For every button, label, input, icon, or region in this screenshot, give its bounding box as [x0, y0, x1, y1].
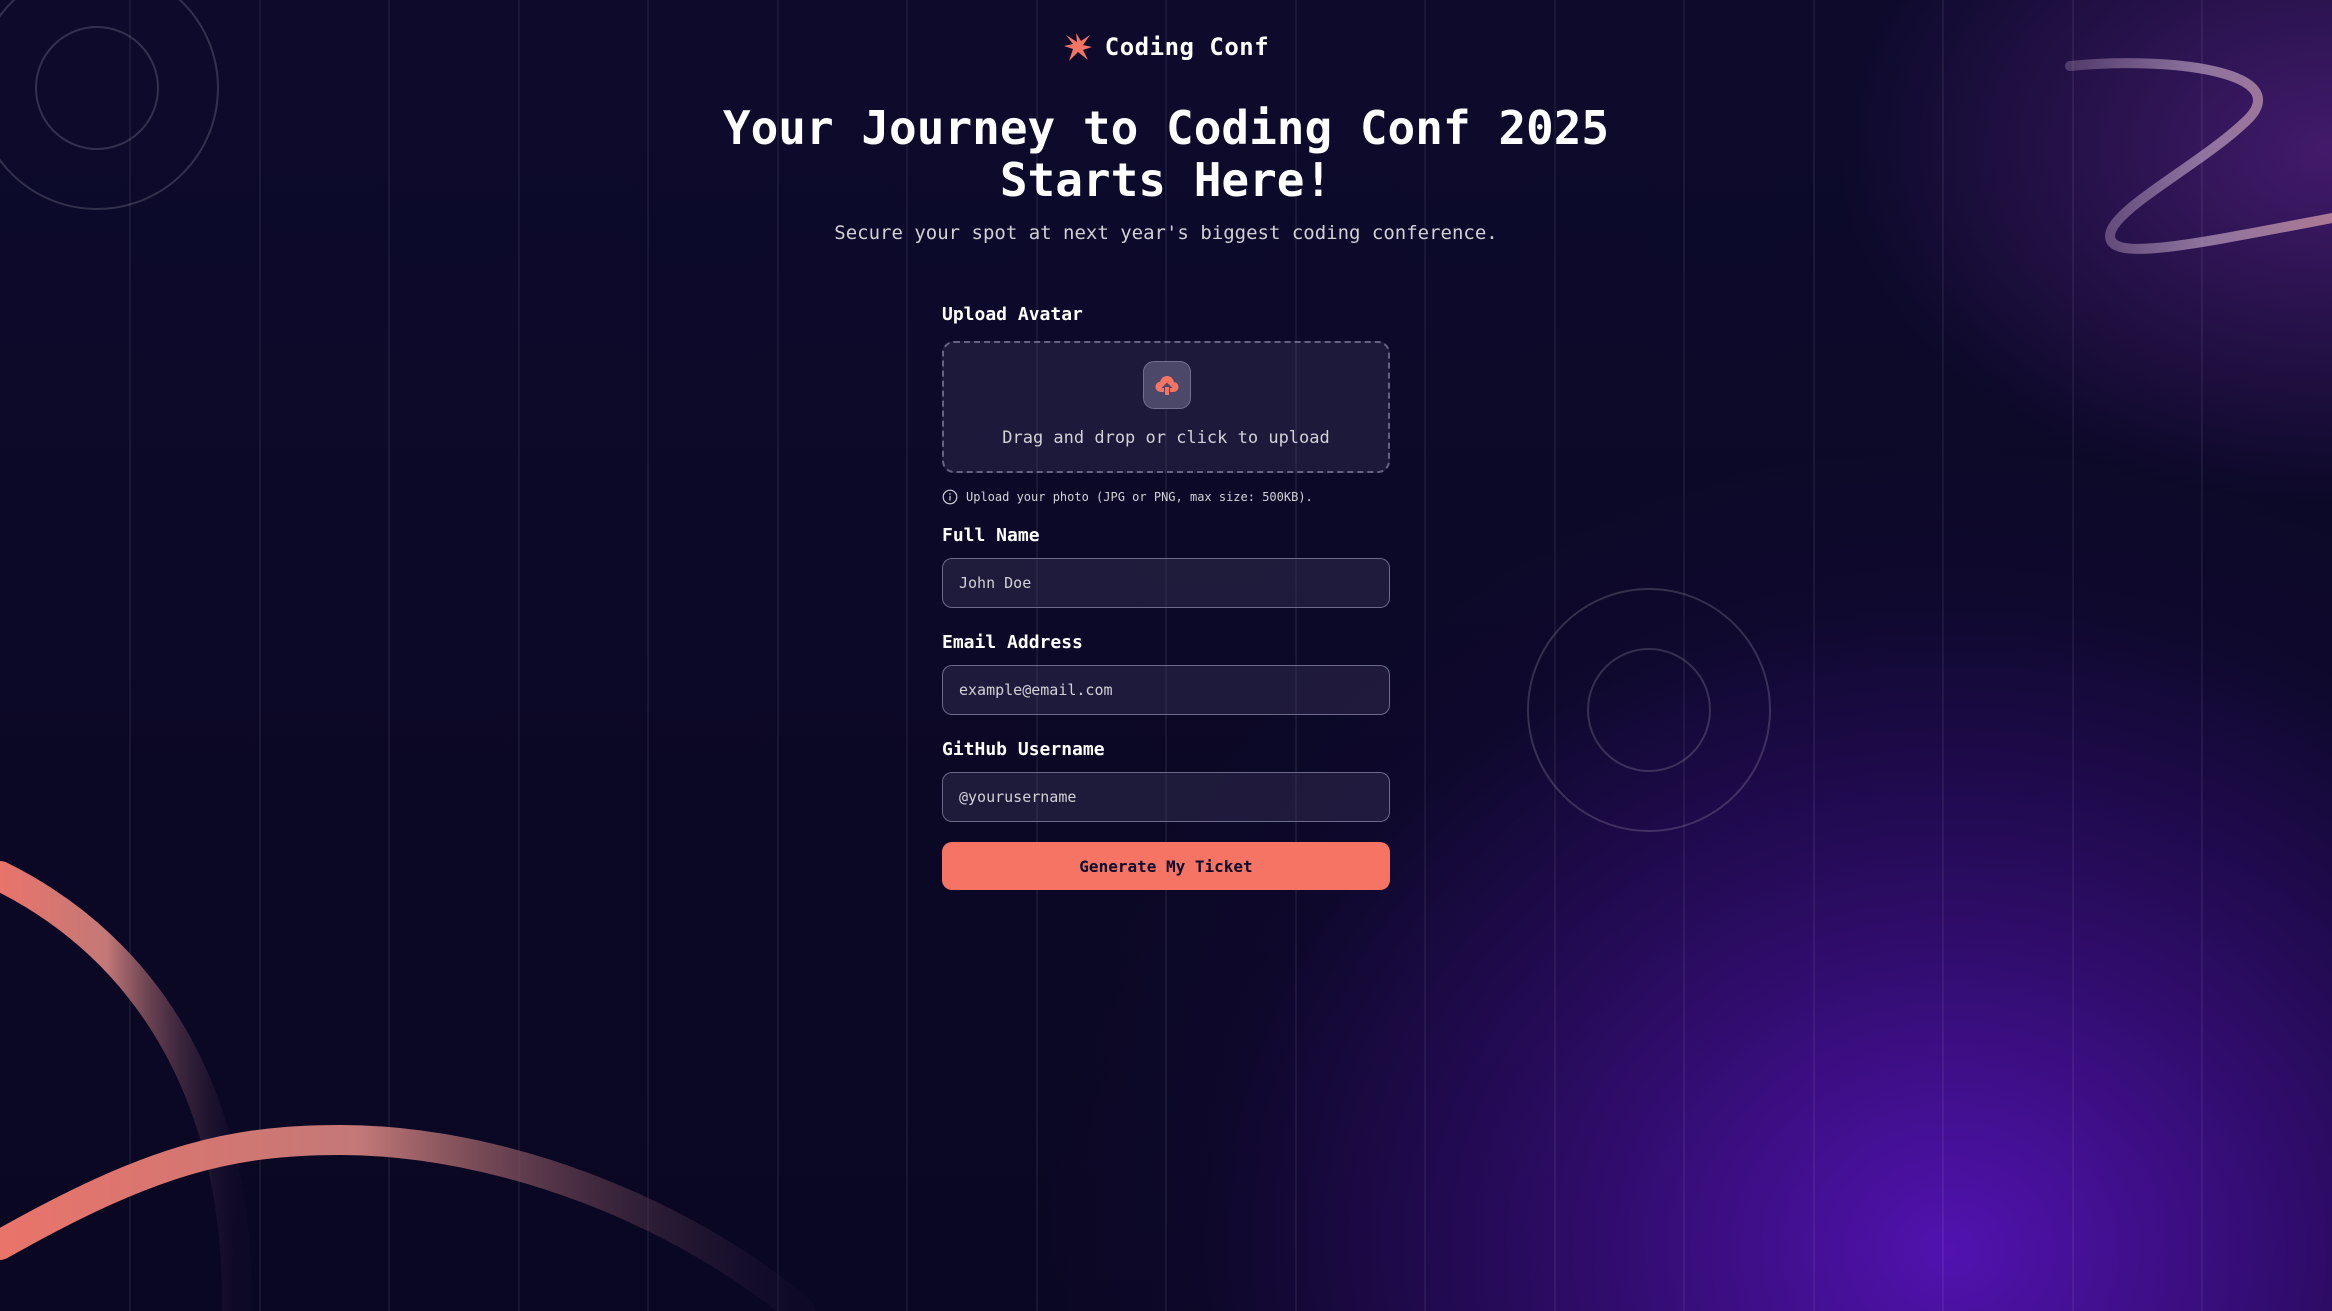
info-icon: [942, 489, 958, 505]
avatar-hint: Upload your photo (JPG or PNG, max size:…: [942, 489, 1390, 505]
generate-ticket-button[interactable]: Generate My Ticket: [942, 842, 1390, 890]
avatar-dropzone[interactable]: Drag and drop or click to upload: [942, 341, 1390, 473]
email-input[interactable]: [942, 665, 1390, 715]
ticket-form: Upload Avatar Drag and drop or click to …: [942, 304, 1390, 890]
site-header: Coding Conf: [0, 32, 2332, 62]
avatar-hint-text: Upload your photo (JPG or PNG, max size:…: [966, 490, 1313, 504]
github-label: GitHub Username: [942, 739, 1105, 760]
avatar-label: Upload Avatar: [942, 304, 1083, 325]
squiggle-line: [2065, 58, 2332, 254]
dropzone-text: Drag and drop or click to upload: [1002, 428, 1330, 448]
right-circles: [1527, 588, 1771, 832]
full-name-label: Full Name: [942, 525, 1040, 546]
bottom-left-arcs: [0, 861, 815, 1311]
upload-cloud-icon: [1155, 376, 1179, 395]
email-label: Email Address: [942, 632, 1083, 653]
github-username-input[interactable]: [942, 772, 1390, 822]
coding-conf-logo-icon: [1063, 33, 1092, 61]
brand-name: Coding Conf: [1104, 33, 1270, 61]
upload-icon-container: [1143, 361, 1191, 409]
page-subtitle: Secure your spot at next year's biggest …: [834, 222, 1498, 244]
full-name-input[interactable]: [942, 558, 1390, 608]
page-title: Your Journey to Coding Conf 2025 Starts …: [722, 101, 1610, 207]
